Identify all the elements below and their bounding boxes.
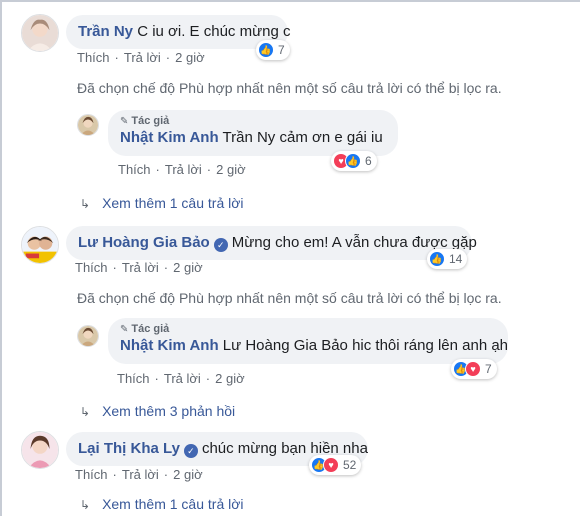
reaction-count: 52: [343, 458, 357, 472]
frame-border-top: [0, 0, 580, 2]
reaction-summary[interactable]: 👍 ♥ 7: [451, 359, 497, 379]
reaction-count: 7: [278, 43, 285, 57]
timestamp[interactable]: 2 giờ: [173, 467, 203, 482]
timestamp[interactable]: 2 giờ: [173, 260, 203, 275]
reply-button[interactable]: Trả lời: [122, 467, 159, 482]
comment-actions: Thích · Trả lời · 2 giờ: [118, 162, 246, 177]
like-reaction-icon: 👍: [429, 251, 445, 267]
comment-actions: Thích · Trả lời · 2 giờ: [77, 50, 205, 65]
love-reaction-icon: ♥: [465, 361, 481, 377]
view-more-label[interactable]: Xem thêm 3 phản hồi: [102, 403, 235, 419]
author-badge: ✎ Tác giả: [120, 115, 386, 128]
comment-bubble: ✎ Tác giả Nhật Kim Anh Trần Ny cảm ơn e g…: [108, 110, 398, 156]
reply-button[interactable]: Trả lời: [124, 50, 161, 65]
filter-note: Đã chọn chế độ Phù hợp nhất nên một số c…: [77, 290, 502, 306]
reply-arrow-icon: ↳: [80, 405, 91, 419]
commenter-name[interactable]: Lư Hoàng Gia Bảo: [78, 234, 210, 251]
separator-dot: ·: [163, 467, 169, 482]
pencil-icon: ✎: [120, 324, 129, 335]
reply-button[interactable]: Trả lời: [122, 260, 159, 275]
comment-actions: Thích · Trả lời · 2 giờ: [75, 260, 203, 275]
reaction-count: 7: [485, 362, 492, 376]
separator-dot: ·: [163, 260, 169, 275]
separator-dot: ·: [112, 260, 117, 275]
like-button[interactable]: Thích: [75, 467, 108, 482]
like-button[interactable]: Thích: [77, 50, 110, 65]
view-more-label[interactable]: Xem thêm 1 câu trả lời: [102, 496, 243, 512]
comment-text: hic thôi ráng lên anh ạh: [352, 337, 509, 354]
like-button[interactable]: Thích: [118, 162, 151, 177]
avatar[interactable]: [21, 226, 59, 264]
view-more-replies-link[interactable]: ↳ Xem thêm 1 câu trả lời: [80, 496, 244, 512]
avatar[interactable]: [77, 114, 99, 136]
like-button[interactable]: Thích: [117, 371, 150, 386]
comment-actions: Thích · Trả lời · 2 giờ: [75, 467, 203, 482]
timestamp[interactable]: 2 giờ: [215, 371, 245, 386]
verified-badge-icon: ✓: [213, 238, 228, 252]
comment-bubble: ✎ Tác giả Nhật Kim Anh Lư Hoàng Gia Bảo h…: [108, 318, 508, 364]
separator-dot: ·: [154, 371, 159, 386]
reply-arrow-icon: ↳: [80, 197, 91, 211]
verified-badge-icon: ✓: [183, 444, 198, 458]
pencil-icon: ✎: [120, 116, 129, 127]
separator-dot: ·: [155, 162, 160, 177]
commenter-name[interactable]: Nhật Kim Anh: [120, 337, 219, 354]
mention-link[interactable]: Lư Hoàng Gia Bảo: [223, 337, 348, 354]
separator-dot: ·: [112, 467, 117, 482]
separator-dot: ·: [206, 162, 212, 177]
view-more-replies-link[interactable]: ↳ Xem thêm 1 câu trả lời: [80, 195, 244, 211]
comment-text: C iu ơi. E chúc mừng c: [137, 23, 291, 40]
love-reaction-icon: ♥: [323, 457, 339, 473]
view-more-replies-link[interactable]: ↳ Xem thêm 3 phản hồi: [80, 403, 235, 419]
author-badge: ✎ Tác giả: [120, 323, 496, 336]
timestamp[interactable]: 2 giờ: [216, 162, 246, 177]
comment-actions: Thích · Trả lời · 2 giờ: [117, 371, 245, 386]
filter-note: Đã chọn chế độ Phù hợp nhất nên một số c…: [77, 80, 502, 96]
reaction-summary[interactable]: ♥ 👍 6: [331, 151, 377, 171]
like-reaction-icon: 👍: [258, 42, 274, 58]
commenter-name[interactable]: Lại Thị Kha Ly: [78, 440, 180, 457]
reply-arrow-icon: ↳: [80, 498, 91, 512]
reaction-count: 6: [365, 154, 372, 168]
author-badge-label: Tác giả: [131, 323, 170, 335]
author-badge-label: Tác giả: [131, 115, 170, 127]
timestamp[interactable]: 2 giờ: [175, 50, 205, 65]
reaction-count: 14: [449, 252, 463, 266]
frame-border-left: [0, 0, 2, 516]
comment-text: cảm ơn e gái iu: [279, 129, 383, 146]
commenter-name[interactable]: Trần Ny: [78, 23, 133, 40]
reaction-summary[interactable]: 👍 ♥ 52: [309, 455, 362, 475]
view-more-label[interactable]: Xem thêm 1 câu trả lời: [102, 195, 243, 211]
reply-button[interactable]: Trả lời: [164, 371, 201, 386]
commenter-name[interactable]: Nhật Kim Anh: [120, 129, 219, 146]
avatar[interactable]: [21, 431, 59, 469]
separator-dot: ·: [114, 50, 119, 65]
reaction-summary[interactable]: 👍 7: [256, 40, 290, 60]
comment-bubble: Trần Ny C iu ơi. E chúc mừng c: [66, 15, 291, 49]
separator-dot: ·: [165, 50, 171, 65]
mention-link[interactable]: Trần Ny: [223, 129, 276, 146]
separator-dot: ·: [205, 371, 211, 386]
avatar[interactable]: [77, 325, 99, 347]
reaction-summary[interactable]: 👍 14: [427, 249, 468, 269]
like-reaction-icon: 👍: [345, 153, 361, 169]
like-button[interactable]: Thích: [75, 260, 108, 275]
reply-button[interactable]: Trả lời: [165, 162, 202, 177]
comment-bubble: Lư Hoàng Gia Bảo ✓ Mừng cho em! A vẫn chưa…: [66, 226, 477, 260]
avatar[interactable]: [21, 14, 59, 52]
